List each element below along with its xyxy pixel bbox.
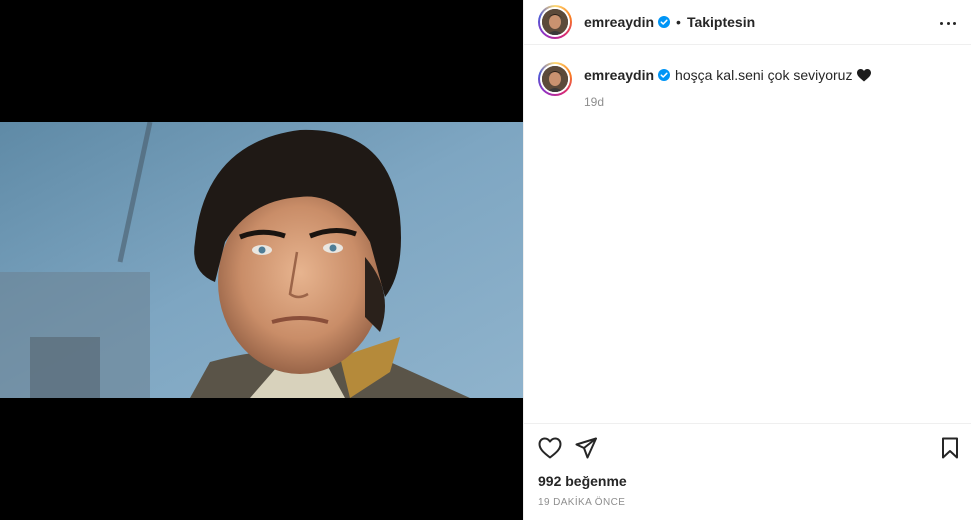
caption-username[interactable]: emreaydin	[584, 66, 654, 84]
avatar-image	[542, 9, 568, 35]
caption-age[interactable]: 19d	[584, 95, 871, 109]
caption-avatar[interactable]	[538, 62, 572, 96]
post-actions-bar	[524, 423, 971, 473]
bookmark-icon[interactable]	[941, 437, 959, 459]
avatar-image	[542, 66, 568, 92]
verified-badge-icon	[658, 16, 671, 28]
header-username[interactable]: emreaydin	[584, 14, 654, 30]
avatar[interactable]	[538, 5, 572, 39]
paper-plane-icon[interactable]	[575, 437, 597, 459]
separator-dot: •	[676, 14, 681, 30]
verified-badge-icon	[658, 69, 671, 81]
black-heart-icon	[857, 68, 872, 81]
post-media-pane	[0, 0, 523, 520]
following-status[interactable]: Takiptesin	[687, 14, 755, 30]
portrait-image	[0, 122, 523, 398]
heart-outline-icon[interactable]	[538, 437, 562, 459]
post-photo[interactable]	[0, 122, 523, 398]
post-timestamp[interactable]: 19 DAKİKA ÖNCE	[538, 497, 625, 508]
post-header: emreaydin • Takiptesin	[524, 0, 971, 45]
caption-text: hoşça kal.seni çok seviyoruz	[675, 67, 853, 83]
like-count[interactable]: 992 beğenme	[538, 473, 627, 489]
post-caption: emreaydin hoşça kal.seni çok seviyoruz 1…	[538, 62, 957, 109]
more-options-icon[interactable]	[940, 16, 956, 30]
post-details-pane: emreaydin • Takiptesin emreaydin hoşça k…	[523, 0, 971, 520]
